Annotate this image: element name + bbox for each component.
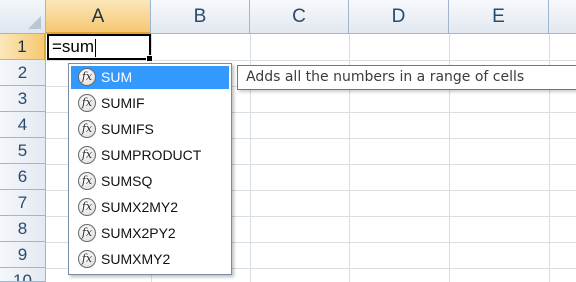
row-header-5[interactable]: 5 xyxy=(0,138,46,164)
row-header-8[interactable]: 8 xyxy=(0,216,46,242)
row-header-10[interactable]: 10 xyxy=(0,268,46,282)
function-description-tooltip: Adds all the numbers in a range of cells xyxy=(237,65,576,90)
autocomplete-item-label: SUMIF xyxy=(101,95,145,111)
fill-handle[interactable] xyxy=(146,55,153,62)
function-icon: fx xyxy=(78,172,96,190)
column-header-a[interactable]: A xyxy=(46,0,151,34)
row-header-7[interactable]: 7 xyxy=(0,190,46,216)
function-icon: fx xyxy=(78,224,96,242)
autocomplete-item-label: SUMSQ xyxy=(101,173,153,189)
cell-a1-value: =sum xyxy=(52,37,95,56)
row-header-9[interactable]: 9 xyxy=(0,242,46,268)
autocomplete-item-label: SUMIFS xyxy=(101,121,154,137)
column-header-f-partial[interactable] xyxy=(549,0,576,34)
column-header-d[interactable]: D xyxy=(349,0,449,34)
autocomplete-item-sumx2py2[interactable]: fx SUMX2PY2 xyxy=(71,222,229,245)
function-icon: fx xyxy=(78,94,96,112)
autocomplete-item-sumif[interactable]: fx SUMIF xyxy=(71,92,229,115)
row-header-2[interactable]: 2 xyxy=(0,60,46,86)
autocomplete-item-label: SUM xyxy=(101,69,133,85)
function-icon: fx xyxy=(78,250,96,268)
autocomplete-item-label: SUMX2PY2 xyxy=(101,225,176,241)
function-icon: fx xyxy=(78,120,96,138)
autocomplete-item-sumxmy2[interactable]: fx SUMXMY2 xyxy=(71,248,229,271)
formula-autocomplete-list[interactable]: fx SUM fx SUMIF fx SUMIFS fx SUMPRODUCT … xyxy=(68,63,232,275)
row-header-1[interactable]: 1 xyxy=(0,34,46,60)
function-icon: fx xyxy=(78,68,96,86)
autocomplete-item-sumifs[interactable]: fx SUMIFS xyxy=(71,118,229,141)
function-icon: fx xyxy=(78,198,96,216)
column-header-e[interactable]: E xyxy=(449,0,549,34)
autocomplete-item-sum[interactable]: fx SUM xyxy=(71,66,229,89)
autocomplete-item-label: SUMXMY2 xyxy=(101,251,171,267)
row-header-4[interactable]: 4 xyxy=(0,112,46,138)
autocomplete-item-sumx2my2[interactable]: fx SUMX2MY2 xyxy=(71,196,229,219)
cell-a1-editor[interactable]: =sum xyxy=(52,35,97,59)
function-icon: fx xyxy=(78,146,96,164)
column-header-c[interactable]: C xyxy=(250,0,349,34)
autocomplete-item-label: SUMX2MY2 xyxy=(101,199,179,215)
column-header-b[interactable]: B xyxy=(151,0,250,34)
gridline xyxy=(46,60,576,61)
autocomplete-item-sumsq[interactable]: fx SUMSQ xyxy=(71,170,229,193)
text-caret xyxy=(95,38,97,57)
autocomplete-item-label: SUMPRODUCT xyxy=(101,147,202,163)
autocomplete-item-sumproduct[interactable]: fx SUMPRODUCT xyxy=(71,144,229,167)
row-header-6[interactable]: 6 xyxy=(0,164,46,190)
select-all-corner[interactable] xyxy=(0,0,46,34)
spreadsheet-grid[interactable]: A B C D E 1 2 3 4 5 6 7 8 9 10 =sum fx S… xyxy=(0,0,576,282)
row-header-3[interactable]: 3 xyxy=(0,86,46,112)
select-all-triangle-icon xyxy=(28,16,41,29)
